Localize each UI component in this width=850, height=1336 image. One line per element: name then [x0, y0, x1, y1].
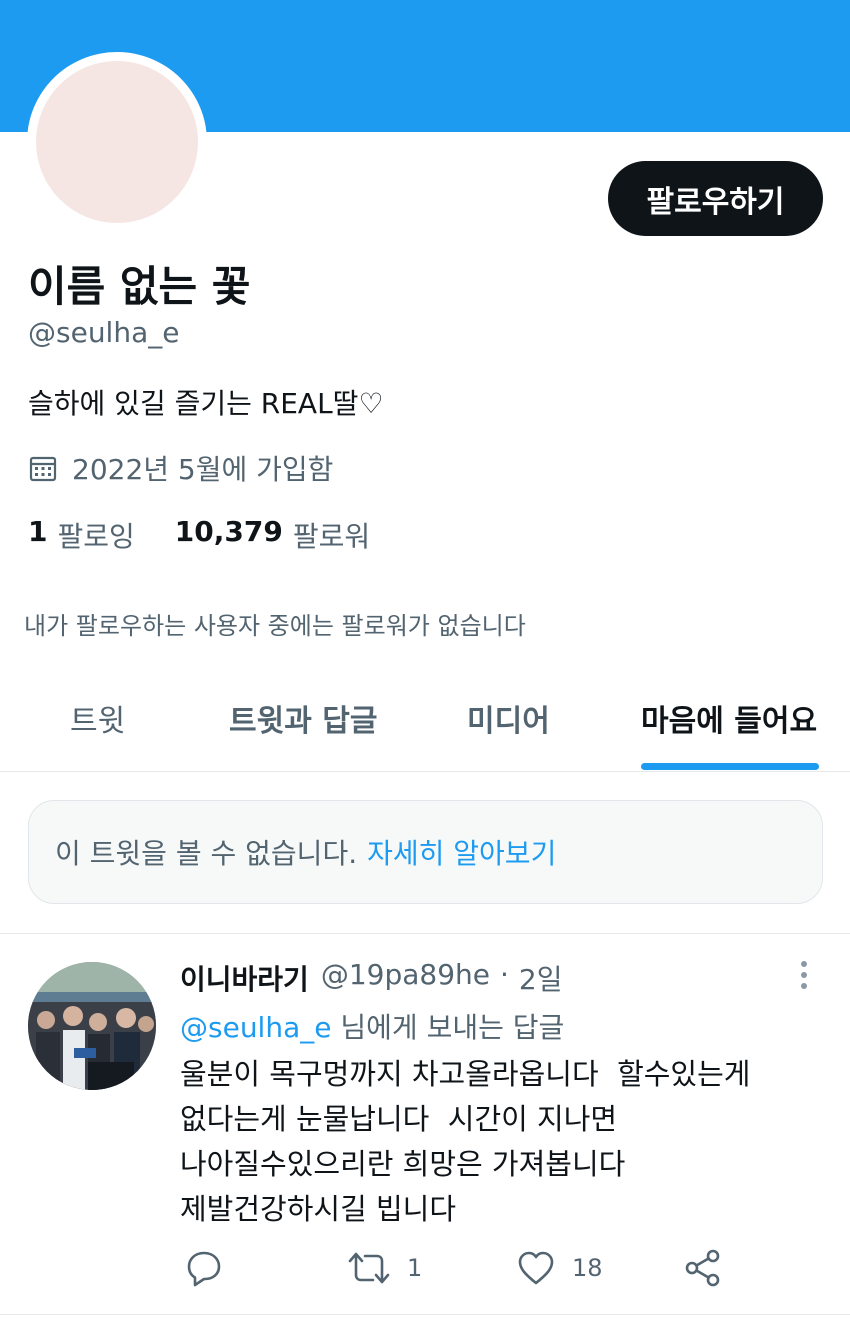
more-vertical-icon[interactable] — [790, 958, 818, 994]
reply-icon — [187, 1251, 221, 1287]
tweet-actions: 1 18 — [0, 1240, 850, 1296]
share-icon — [685, 1249, 720, 1287]
tab-media[interactable]: 미디어 — [467, 668, 550, 768]
tweet-text-line: 제발건강하시길 빕니다 — [180, 1192, 457, 1226]
tweet-text-line: 울분이 목구멍까지 차고올라옵니다 할수있는게 — [180, 1057, 751, 1091]
reply-suffix: 님에게 보내는 답글 — [331, 1011, 565, 1044]
learn-more-link[interactable]: 자세히 알아보기 — [367, 832, 556, 872]
tweet-author-handle[interactable]: @19pa89he — [321, 958, 490, 998]
divider — [0, 1314, 850, 1315]
share-button[interactable] — [683, 1240, 723, 1296]
tweet-text: 울분이 목구멍까지 차고올라옵니다 할수있는게 없다는게 눈물납니다 시간이 지… — [180, 1052, 750, 1232]
tab-tweets[interactable]: 트윗 — [70, 668, 125, 768]
follow-button[interactable]: 팔로우하기 — [608, 161, 823, 236]
followers-label: 팔로워 — [292, 520, 371, 553]
tab-tweets-and-replies[interactable]: 트윗과 답글 — [229, 668, 377, 768]
profile-tabs: 트윗 트윗과 답글 미디어 마음에 들어요 — [0, 668, 850, 772]
profile-bio: 슬하에 있길 즐기는 REAL딸♡ — [28, 387, 384, 420]
tweet-meta-separator: · — [499, 958, 509, 991]
tweet-timestamp[interactable]: 2일 — [519, 958, 563, 998]
tweet-text-line: 없다는게 눈물납니다 시간이 지나면 — [180, 1102, 618, 1136]
active-tab-indicator — [641, 763, 819, 770]
tweet-text-line: 나아질수있으리란 희망은 가져봅니다 — [180, 1147, 626, 1181]
retweet-button[interactable]: 1 — [347, 1240, 422, 1296]
avatar-photo — [28, 962, 156, 1090]
following-link[interactable]: 1 팔로잉 — [28, 515, 135, 555]
calendar-icon — [29, 456, 57, 482]
followers-count: 10,379 — [174, 515, 283, 548]
following-count: 1 — [28, 515, 48, 548]
reply-context: @seulha_e 님에게 보내는 답글 — [180, 1006, 564, 1046]
joined-date-text: 2022년 5월에 가입함 — [72, 453, 334, 486]
retweet-count: 1 — [407, 1254, 423, 1282]
tweet-header: 이니바라기 @19pa89he · 2일 — [180, 958, 562, 998]
followers-link[interactable]: 10,379 팔로워 — [175, 515, 370, 555]
follow-counts: 1 팔로잉 10,379 팔로워 — [28, 515, 410, 555]
like-button[interactable]: 18 — [516, 1240, 603, 1296]
joined-date: 2022년 5월에 가입함 — [28, 448, 333, 488]
reply-mention-link[interactable]: @seulha_e — [180, 1011, 331, 1044]
unavailable-tweet-notice: 이 트윗을 볼 수 없습니다. 자세히 알아보기 — [28, 800, 823, 904]
reply-button[interactable] — [184, 1240, 224, 1296]
retweet-icon — [348, 1252, 390, 1284]
tab-likes[interactable]: 마음에 들어요 — [641, 668, 817, 768]
heart-icon — [518, 1251, 554, 1285]
like-count: 18 — [572, 1254, 603, 1282]
profile-handle: @seulha_e — [28, 316, 180, 349]
unavailable-text: 이 트윗을 볼 수 없습니다. — [55, 837, 358, 870]
profile-avatar[interactable] — [36, 61, 198, 223]
tweet-author-avatar[interactable] — [28, 962, 156, 1090]
divider — [0, 933, 850, 934]
mutual-followers-note: 내가 팔로우하는 사용자 중에는 팔로워가 없습니다 — [24, 612, 526, 640]
profile-display-name: 이름 없는 꽃 — [28, 262, 251, 311]
tweet-author-name[interactable]: 이니바라기 — [180, 958, 309, 998]
following-label: 팔로잉 — [57, 520, 135, 553]
